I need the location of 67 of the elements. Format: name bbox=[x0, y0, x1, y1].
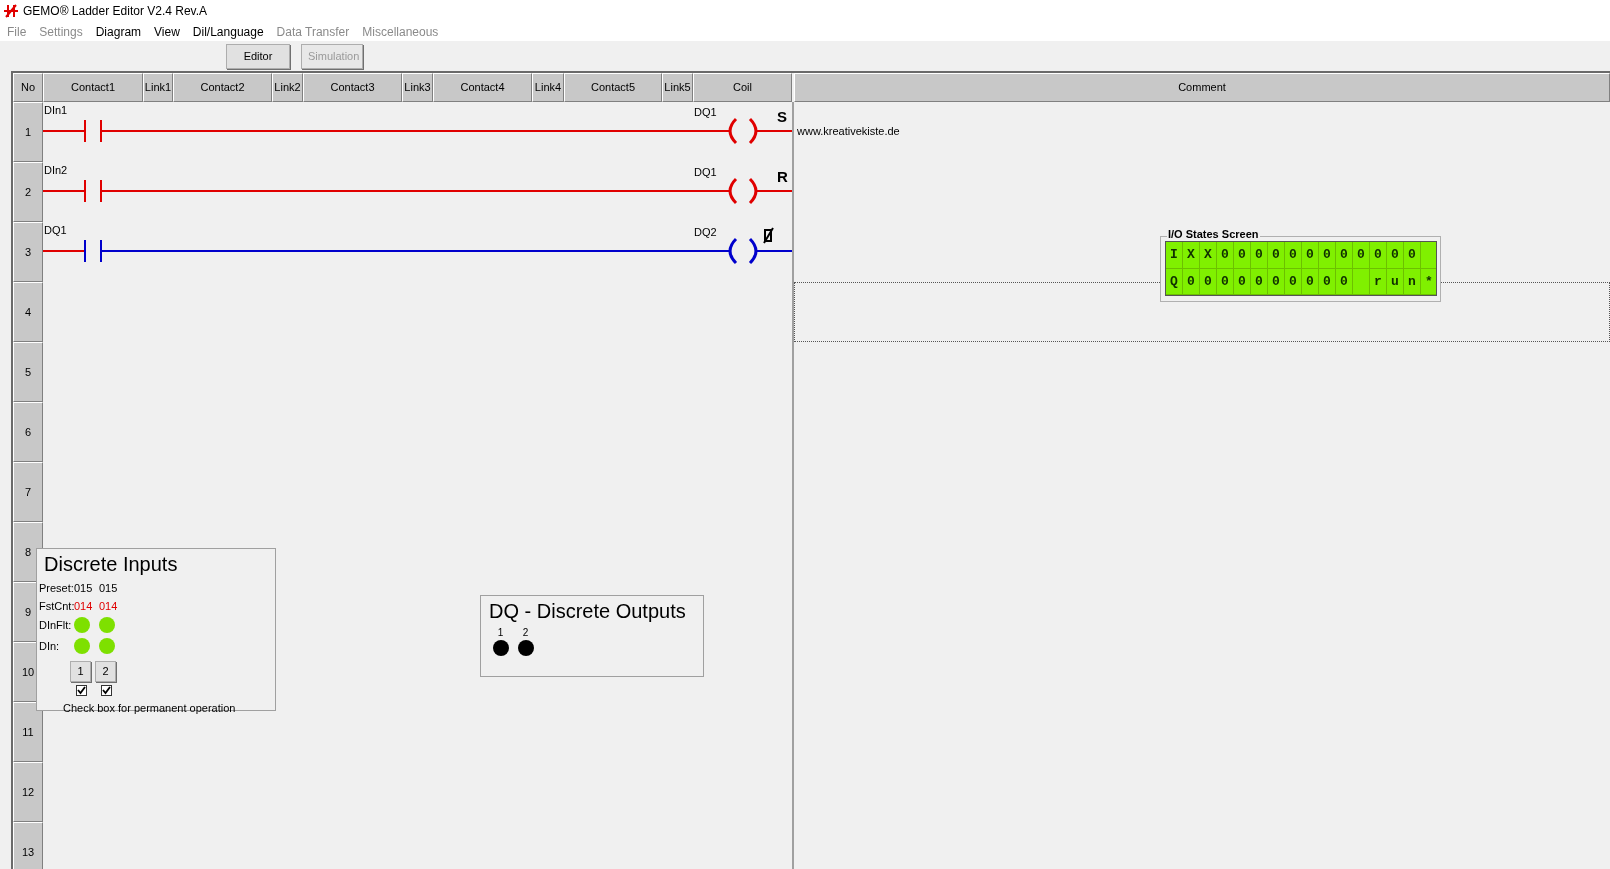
column-header: Contact3 bbox=[303, 73, 402, 102]
count-value: 014 bbox=[99, 598, 119, 614]
coil-symbol[interactable] bbox=[728, 117, 758, 145]
contact-symbol[interactable] bbox=[84, 239, 102, 263]
column-header: Coil bbox=[693, 73, 792, 102]
input-button[interactable]: 2 bbox=[95, 661, 116, 682]
row-number: 12 bbox=[13, 762, 43, 822]
coil-label: DQ1 bbox=[694, 167, 717, 178]
contact-symbol[interactable] bbox=[84, 179, 102, 203]
rung-wire bbox=[755, 190, 792, 192]
menu-item[interactable]: View bbox=[154, 22, 180, 41]
input-button[interactable]: 1 bbox=[70, 661, 91, 682]
row-number: 3 bbox=[13, 222, 43, 282]
column-header: Comment bbox=[794, 73, 1610, 102]
row-number: 11 bbox=[13, 702, 43, 762]
coil-symbol[interactable] bbox=[728, 177, 758, 205]
output-number: 1 bbox=[497, 628, 504, 638]
preset-value: 015 bbox=[99, 581, 119, 596]
contact-symbol[interactable] bbox=[84, 119, 102, 143]
row-number: 5 bbox=[13, 342, 43, 402]
lcd-text: IXX000000000000 bbox=[1169, 248, 1426, 262]
row-number: 13 bbox=[13, 822, 43, 869]
column-header: Contact5 bbox=[564, 73, 662, 102]
coil-symbol[interactable] bbox=[728, 237, 758, 265]
column-header: No bbox=[13, 73, 43, 102]
column-header: Link3 bbox=[402, 73, 433, 102]
output-number: 2 bbox=[522, 628, 529, 638]
column-header: Link5 bbox=[662, 73, 693, 102]
panel-title: I/O States Screen bbox=[1167, 229, 1260, 240]
rung-wire bbox=[43, 190, 86, 192]
panel-title: Discrete Inputs bbox=[43, 552, 179, 577]
note-text: Check box for permanent operation bbox=[62, 701, 237, 716]
menu-item[interactable]: Diagram bbox=[95, 22, 142, 41]
column-header: Contact2 bbox=[173, 73, 272, 102]
rung-wire bbox=[43, 250, 86, 252]
contact-label: DIn1 bbox=[44, 105, 68, 116]
row-number: 2 bbox=[13, 162, 43, 222]
row-number: 1 bbox=[13, 102, 43, 162]
app-logo-icon bbox=[3, 3, 19, 19]
coil-label: DQ2 bbox=[694, 227, 717, 238]
column-header: Link4 bbox=[532, 73, 564, 102]
coil-type-icon bbox=[763, 227, 774, 244]
comment-cell-text: www.kreativekiste.de bbox=[796, 124, 901, 139]
rung-wire bbox=[43, 130, 86, 132]
lcd-text: Q0000000000 run* bbox=[1169, 274, 1443, 288]
coil-type-label: R bbox=[777, 169, 788, 184]
panel-title: DQ - Discrete Outputs bbox=[488, 599, 687, 624]
checkbox[interactable] bbox=[101, 685, 112, 696]
column-header: Contact4 bbox=[433, 73, 532, 102]
toolbar-button[interactable]: Editor bbox=[226, 43, 290, 69]
checkbox[interactable] bbox=[76, 685, 87, 696]
coil-type-label: S bbox=[777, 109, 787, 124]
column-header: Link1 bbox=[143, 73, 173, 102]
column-header: Contact1 bbox=[43, 73, 143, 102]
rung-wire bbox=[755, 250, 792, 252]
contact-label: DIn2 bbox=[44, 165, 68, 176]
rung-wire bbox=[755, 130, 792, 132]
row-number: 7 bbox=[13, 462, 43, 522]
menu-item[interactable]: Dil/Language bbox=[192, 22, 264, 41]
row-number: 6 bbox=[13, 402, 43, 462]
preset-value: 015 bbox=[74, 581, 94, 596]
column-header: Link2 bbox=[272, 73, 303, 102]
contact-label: DQ1 bbox=[44, 225, 67, 236]
row-number: 4 bbox=[13, 282, 43, 342]
coil-label: DQ1 bbox=[694, 107, 717, 118]
window-title: GEMO® Ladder Editor V2.4 Rev.A bbox=[23, 3, 208, 20]
count-value: 014 bbox=[74, 598, 94, 614]
